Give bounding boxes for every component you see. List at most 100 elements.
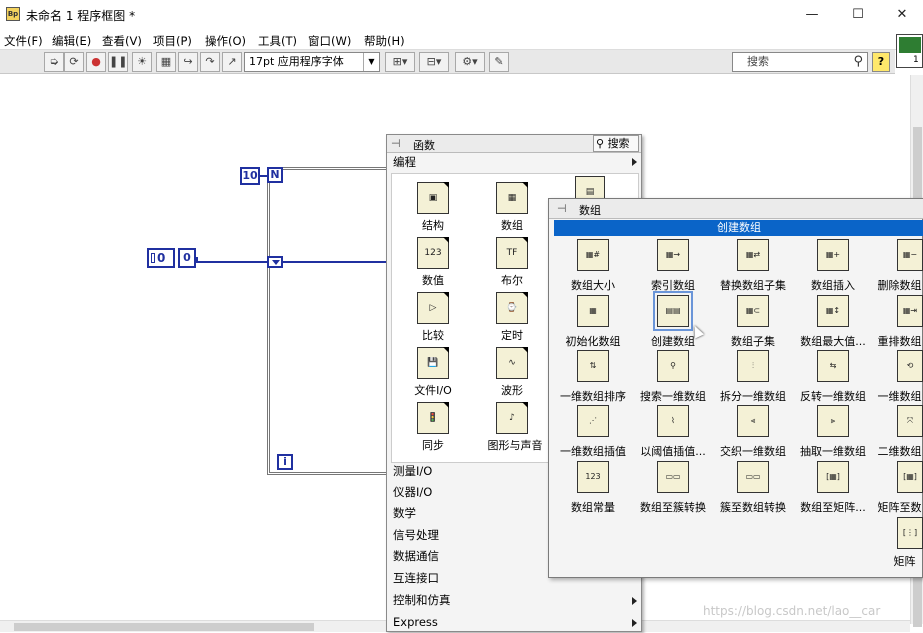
insert-array-icon[interactable]: ▦+ [817,239,849,271]
graphics-sound-icon[interactable]: ♪ [496,402,528,434]
retain-wire-values-icon[interactable]: ▦ [156,52,176,72]
rotate-1d-icon[interactable]: ⟲ [897,350,923,382]
run-icon[interactable]: ➭ [44,52,64,72]
array-constant-icon[interactable]: 123 [577,461,609,493]
menu-operate[interactable]: 操作(O) [205,33,246,49]
array-item-label: 搜索一维数组 [640,390,706,403]
palette-search-button[interactable]: ⚲ 搜索 [593,135,639,152]
array-palette-title: 数组 [579,204,601,217]
menu-edit[interactable]: 编辑(E) [52,33,91,49]
array-size-icon[interactable]: ▦# [577,239,609,271]
sync-icon[interactable]: 🚦 [417,402,449,434]
pin-icon[interactable]: ⊣ [391,137,401,150]
replace-subset-icon[interactable]: ▦⇄ [737,239,769,271]
reorder-icon[interactable]: ⚙▾ [455,52,485,72]
tunnel-terminal[interactable] [267,256,283,268]
pin-icon[interactable]: ⊣ [557,202,567,215]
scroll-thumb[interactable] [14,623,314,631]
initialize-array-icon[interactable]: ▦ [577,295,609,327]
palette-item-label: 波形 [501,384,523,397]
menu-project[interactable]: 项目(P) [153,33,192,49]
search-icon[interactable]: ⚲ [853,53,863,71]
category-control-simulation[interactable]: 控制和仿真 [387,590,641,611]
highlight-execution-icon[interactable]: ☀ [132,52,152,72]
menu-tools[interactable]: 工具(T) [258,33,297,49]
run-continuously-icon[interactable]: ⟳ [64,52,84,72]
numeric-icon[interactable]: 123 [417,237,449,269]
array-item-label: 数组至矩阵... [800,501,866,514]
submenu-arrow-icon [632,597,637,605]
array-subset-icon[interactable]: ▦⊂ [737,295,769,327]
vi-icon[interactable]: 1 [896,34,923,68]
inner-wire[interactable] [283,261,387,263]
for-loop[interactable] [267,167,397,475]
close-button[interactable]: ✕ [880,3,923,27]
chevron-down-icon: ▼ [363,53,379,71]
array-max-min-icon[interactable]: ▦↕ [817,295,849,327]
decimate-1d-icon[interactable]: ⫸ [817,405,849,437]
waveform-icon[interactable]: ∿ [496,347,528,379]
index-array-icon[interactable]: ▦→ [657,239,689,271]
array-item-label: 数组插入 [811,279,855,292]
transpose-2d-icon[interactable]: ⤧ [897,405,923,437]
array-item-label: 抽取一维数组 [800,445,866,458]
reverse-1d-icon[interactable]: ⇆ [817,350,849,382]
category-programming[interactable]: 编程 [387,153,641,171]
pause-icon[interactable]: ❚❚ [108,52,128,72]
numeric-wire[interactable] [196,261,268,263]
abort-icon[interactable]: ● [86,52,106,72]
cleanup-diagram-icon[interactable]: ✎ [489,52,509,72]
distribute-objects-icon[interactable]: ⊟▾ [419,52,449,72]
functions-palette-title: 函数 [413,139,435,152]
build-array-icon[interactable]: ▤▤ [653,291,693,331]
context-help-button[interactable]: ? [872,52,890,72]
minimize-button[interactable]: — [790,3,834,27]
threshold-1d-icon[interactable]: ⌇ [657,405,689,437]
palette-item-label: 布尔 [501,274,523,287]
comparison-icon[interactable]: ▷ [417,292,449,324]
step-over-icon[interactable]: ↷ [200,52,220,72]
search-placeholder: 搜索 [747,55,769,68]
category-programming-label: 编程 [393,155,416,169]
align-objects-icon[interactable]: ⊞▾ [385,52,415,72]
iteration-terminal[interactable]: i [277,454,293,470]
loop-count-constant[interactable]: 10 [240,167,260,185]
array-item-label: 数组至簇转换 [640,501,706,514]
array-item-label: 数组常量 [571,501,615,514]
interpolate-1d-icon[interactable]: ⋰ [577,405,609,437]
array-palette-header: ⊣ 数组 [549,199,923,219]
array-to-matrix-icon[interactable]: [▦] [817,461,849,493]
matrix-to-array-icon[interactable]: [▦] [897,461,923,493]
timing-icon[interactable]: ⌚ [496,292,528,324]
search-1d-icon[interactable]: ⚲ [657,350,689,382]
category-express[interactable]: Express [387,612,641,633]
interleave-1d-icon[interactable]: ⫷ [737,405,769,437]
step-out-icon[interactable]: ↗ [222,52,242,72]
font-select[interactable]: 17pt 应用程序字体 ▼ [244,52,380,72]
numeric-control[interactable]: 0 [147,248,175,268]
loop-count-terminal[interactable]: N [267,167,283,183]
numeric-indicator[interactable]: 0 [178,248,196,268]
vi-icon-number: 1 [913,55,919,65]
menu-view[interactable]: 查看(V) [102,33,142,49]
delete-array-icon[interactable]: ▦− [897,239,923,271]
step-into-icon[interactable]: ↪ [178,52,198,72]
structures-icon[interactable]: ▣ [417,182,449,214]
file-io-icon[interactable]: 💾 [417,347,449,379]
menu-window[interactable]: 窗口(W) [308,33,351,49]
array-icon[interactable]: ▦ [496,182,528,214]
selected-item-label: 创建数组 [554,220,923,236]
array-item-label: 以阈值插值... [640,445,706,458]
matrix-icon[interactable]: [⋮] [897,517,923,549]
menu-file[interactable]: 文件(F) [4,33,43,49]
search-input[interactable]: 搜索 ⚲ [732,52,868,72]
split-1d-icon[interactable]: ⫶ [737,350,769,382]
menu-help[interactable]: 帮助(H) [364,33,405,49]
reshape-array-icon[interactable]: ▦⇥ [897,295,923,327]
array-item-label: 拆分一维数组 [720,390,786,403]
sort-1d-icon[interactable]: ⇅ [577,350,609,382]
maximize-button[interactable]: ☐ [836,3,880,27]
boolean-icon[interactable]: TF [496,237,528,269]
cluster-to-array-icon[interactable]: ▭▭ [737,461,769,493]
array-to-cluster-icon[interactable]: ▭▭ [657,461,689,493]
